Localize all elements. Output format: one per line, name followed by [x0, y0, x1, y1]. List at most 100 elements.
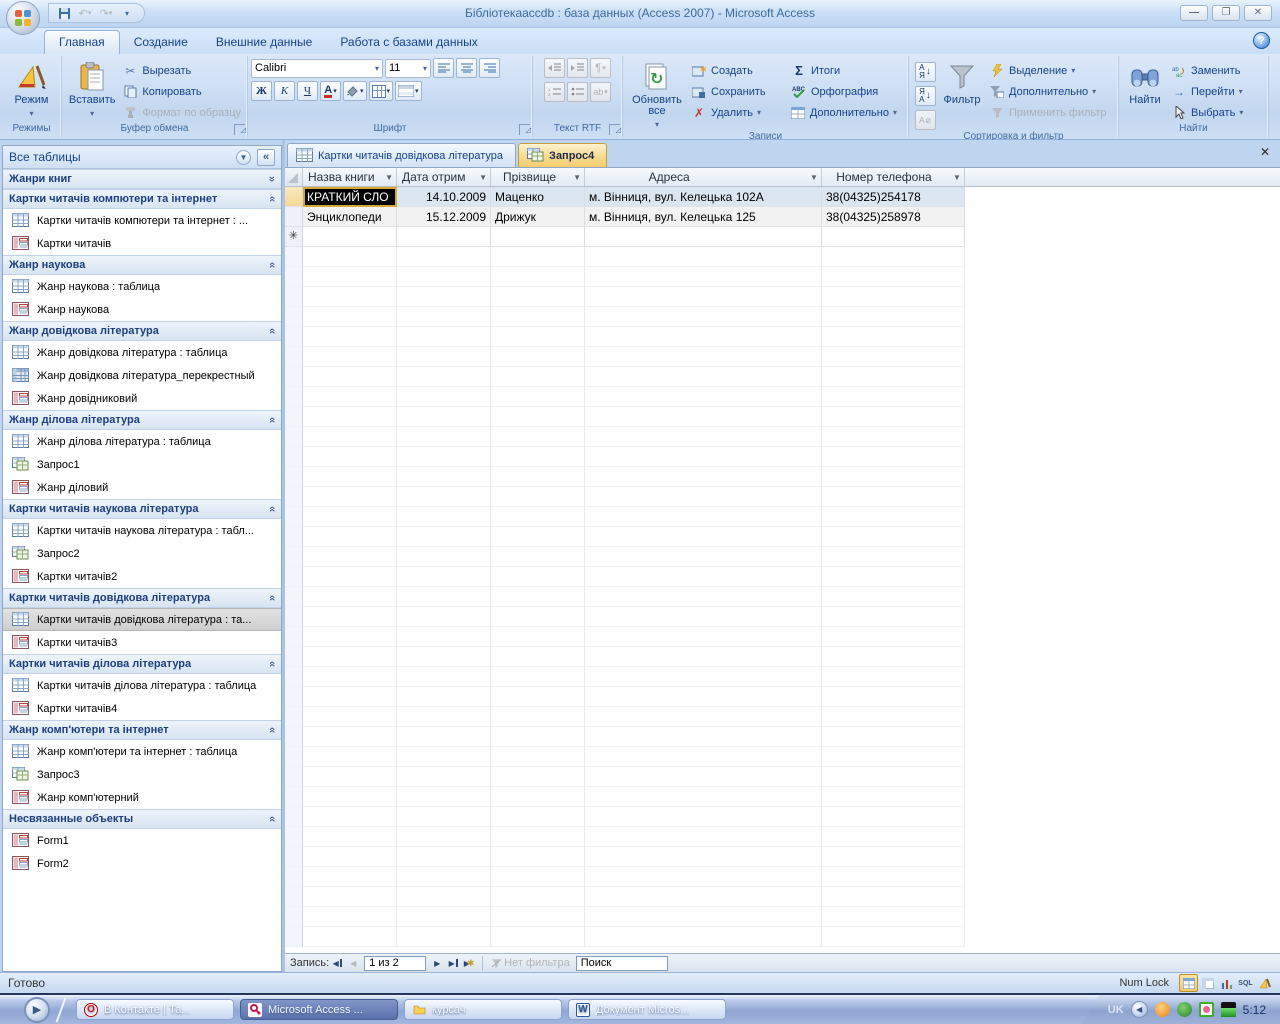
alternate-fill-button[interactable]: ▾: [395, 81, 422, 101]
sort-descending-icon[interactable]: Я А ↓: [914, 86, 936, 106]
format-painter-button[interactable]: Формат по образцу: [119, 104, 244, 121]
refresh-all-button[interactable]: ↻ Обновить все ▾: [626, 58, 688, 130]
column-dropdown-icon[interactable]: ▼: [382, 173, 393, 182]
filter-state-icon[interactable]: [488, 956, 504, 971]
column-header-prizvyshche[interactable]: Прізвище ▼: [491, 168, 585, 186]
cell-nazva-knygy[interactable]: КРАТКИЙ СЛО: [303, 187, 397, 207]
spelling-button[interactable]: ABC Орфография: [788, 83, 900, 100]
selection-filter-button[interactable]: Выделение ▾: [986, 62, 1112, 79]
column-dropdown-icon[interactable]: ▼: [807, 173, 818, 182]
advanced-filter-button[interactable]: Дополнительно ▾: [986, 83, 1112, 100]
tab-external-data[interactable]: Внешние данные: [202, 31, 327, 54]
nav-item[interactable]: Картки читачів компютери та інтернет : .…: [3, 209, 281, 232]
datasheet-view-icon[interactable]: [1179, 974, 1198, 992]
clipboard-dialog-launcher-icon[interactable]: [234, 124, 246, 138]
new-record-row[interactable]: ✳: [285, 227, 1280, 247]
cell-prizvyshche[interactable]: Маценко: [491, 187, 585, 207]
totals-button[interactable]: Σ Итоги: [788, 62, 900, 79]
cell-prizvyshche[interactable]: Дрижук: [491, 207, 585, 227]
antivirus-tray-icon[interactable]: [1176, 1002, 1192, 1017]
restore-button[interactable]: ❐: [1212, 5, 1240, 21]
search-input[interactable]: [575, 955, 668, 971]
column-dropdown-icon[interactable]: ▼: [476, 173, 487, 182]
row-selector[interactable]: [285, 207, 303, 227]
align-center-button[interactable]: [456, 58, 477, 78]
tab-database-tools[interactable]: Работа с базами данных: [326, 31, 491, 54]
nav-group-header[interactable]: Жанр комп'ютери та інтернет «: [3, 720, 281, 740]
underline-button[interactable]: Ч: [297, 81, 318, 101]
bold-button[interactable]: Ж: [251, 81, 272, 101]
more-records-button[interactable]: Дополнительно ▾: [788, 104, 900, 121]
nav-item[interactable]: Жанр комп'ютери та інтернет : таблица: [3, 740, 281, 763]
goto-button[interactable]: → Перейти ▾: [1168, 83, 1260, 100]
font-name-select[interactable]: Calibri ▾: [251, 58, 383, 78]
collapse-group-icon[interactable]: «: [266, 193, 278, 205]
paste-button[interactable]: Вставить ▾: [65, 58, 119, 122]
cell-nazva-knygy[interactable]: Энциклопеди: [303, 207, 397, 227]
pivotchart-view-icon[interactable]: [1217, 974, 1236, 992]
row-selector[interactable]: [285, 187, 303, 207]
expand-group-icon[interactable]: «: [266, 173, 278, 185]
record-position-box[interactable]: 1 из 2: [364, 955, 427, 971]
font-color-button[interactable]: A ▾: [320, 81, 341, 101]
next-record-icon[interactable]: ▶: [429, 956, 445, 971]
close-button[interactable]: ✕: [1244, 5, 1272, 21]
replace-button[interactable]: ab ac Заменить: [1168, 62, 1260, 79]
nav-group-header[interactable]: Картки читачів ділова література «: [3, 654, 281, 674]
decrease-indent-icon[interactable]: [544, 58, 565, 78]
collapse-group-icon[interactable]: «: [266, 325, 278, 337]
align-left-button[interactable]: [433, 58, 454, 78]
cell-adresa[interactable]: м. Вінниця, вул. Келецька 102А: [585, 187, 822, 207]
delete-record-button[interactable]: ✗ Удалить ▾: [688, 104, 788, 121]
font-size-select[interactable]: 11 ▾: [385, 58, 431, 78]
cell-adresa[interactable]: м. Вінниця, вул. Келецька 125: [585, 207, 822, 227]
nav-item[interactable]: Жанр ділова література : таблица: [3, 430, 281, 453]
bullet-list-icon[interactable]: [567, 82, 588, 102]
tab-home[interactable]: Главная: [44, 30, 120, 54]
collapse-group-icon[interactable]: «: [266, 592, 278, 604]
taskbar-item-vkontakte[interactable]: O В Контакте | Та...: [76, 999, 234, 1020]
nav-item[interactable]: Жанр комп'ютерний: [3, 786, 281, 809]
taskbar-item-kursach[interactable]: курсач: [404, 999, 562, 1020]
sort-ascending-icon[interactable]: А Я ↓: [914, 62, 936, 82]
collapse-group-icon[interactable]: «: [266, 724, 278, 736]
tab-create[interactable]: Создание: [120, 31, 202, 54]
nav-item[interactable]: Картки читачів2: [3, 565, 281, 588]
pivottable-view-icon[interactable]: [1198, 974, 1217, 992]
column-header-nomer-telefona[interactable]: Номер телефона ▼: [822, 168, 965, 186]
select-button[interactable]: Выбрать ▾: [1168, 104, 1260, 121]
doc-tab-kartki[interactable]: Картки читачів довідкова література: [287, 143, 517, 167]
nav-group-header[interactable]: Картки читачів наукова література «: [3, 499, 281, 519]
battery-tray-icon[interactable]: [1220, 1002, 1236, 1017]
close-document-icon[interactable]: ✕: [1258, 146, 1272, 160]
nav-pane-header[interactable]: Все таблицы ▼ «: [3, 146, 281, 169]
last-record-icon[interactable]: ▶: [445, 956, 461, 971]
nav-item[interactable]: Картки читачів3: [3, 631, 281, 654]
hide-tray-icons-icon[interactable]: ◀: [1130, 1001, 1148, 1018]
save-record-button[interactable]: Сохранить: [688, 83, 788, 100]
nav-item[interactable]: Картки читачів довідкова література : та…: [3, 608, 281, 631]
nav-item[interactable]: Жанр довідкова література_перекрестный: [3, 364, 281, 387]
nav-item[interactable]: Запрос3: [3, 763, 281, 786]
text-direction-icon[interactable]: ¶ ▾: [590, 58, 611, 78]
start-button[interactable]: ▶: [24, 996, 50, 1023]
italic-button[interactable]: К: [274, 81, 295, 101]
nav-group-header[interactable]: Картки читачів довідкова література «: [3, 588, 281, 608]
highlight-icon[interactable]: ab ▾: [590, 82, 611, 102]
design-view-icon[interactable]: [1255, 974, 1274, 992]
cell-data-otrym[interactable]: 15.12.2009: [397, 207, 491, 227]
copy-button[interactable]: Копировать: [119, 83, 244, 100]
gridlines-button[interactable]: ▾: [368, 81, 394, 101]
column-header-data-otrym[interactable]: Дата отрим ▼: [397, 168, 491, 186]
shutter-bar-collapse-icon[interactable]: «: [257, 148, 275, 166]
align-right-button[interactable]: [479, 58, 500, 78]
clear-sort-icon[interactable]: А ⌀: [914, 110, 936, 130]
collapse-group-icon[interactable]: «: [266, 813, 278, 825]
nav-item[interactable]: Жанр довідниковий: [3, 387, 281, 410]
column-dropdown-icon[interactable]: ▼: [570, 173, 581, 182]
new-record-button[interactable]: ✱ Создать: [688, 62, 788, 79]
nav-item[interactable]: Картки читачів4: [3, 697, 281, 720]
fill-color-button[interactable]: ▾: [343, 81, 367, 101]
new-record-selector[interactable]: ✳: [285, 227, 303, 247]
collapse-group-icon[interactable]: «: [266, 259, 278, 271]
